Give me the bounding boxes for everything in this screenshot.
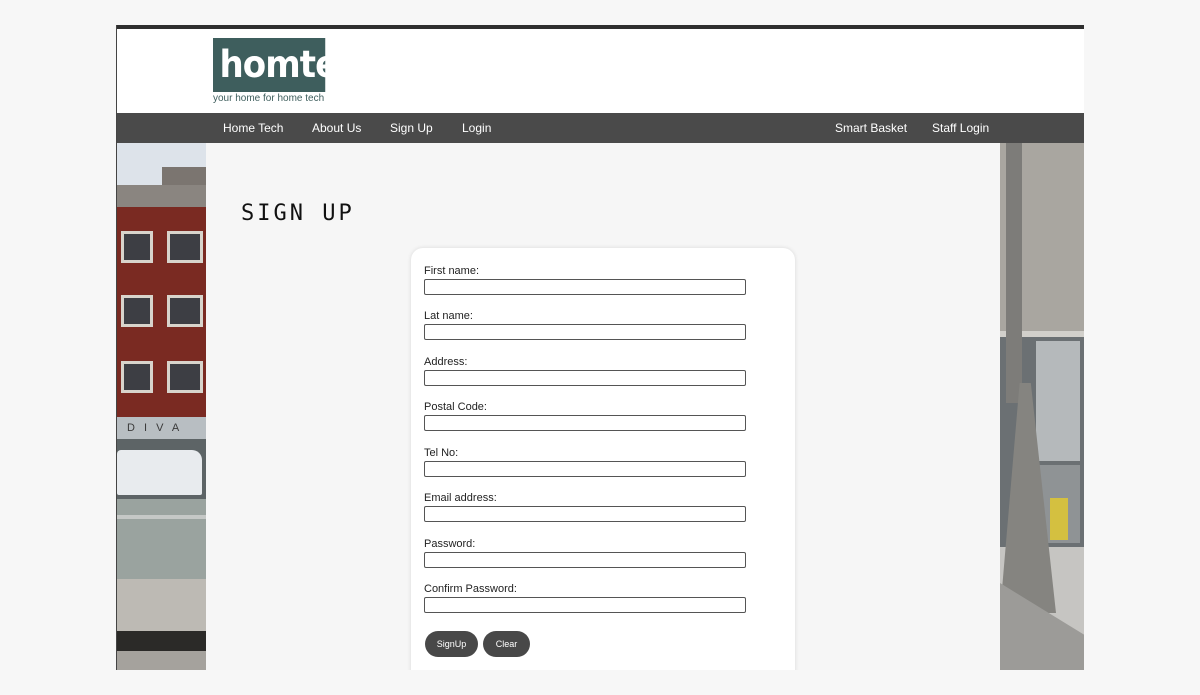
confirm-password-input[interactable] bbox=[424, 597, 746, 613]
main-content: SIGN UP First name: Lat name: Address: P… bbox=[206, 143, 1000, 670]
site-logo[interactable]: homteq` your home for home tech bbox=[213, 38, 378, 104]
nav-smart-basket[interactable]: Smart Basket bbox=[835, 113, 907, 143]
tel-no-label: Tel No: bbox=[424, 447, 459, 459]
nav-sign-up[interactable]: Sign Up bbox=[390, 113, 433, 143]
main-nav: Home Tech About Us Sign Up Login Smart B… bbox=[117, 113, 1084, 143]
background-photo-right bbox=[1000, 143, 1084, 670]
logo-wordmark: homteq` bbox=[213, 38, 378, 92]
shop-sign: D I V A bbox=[117, 417, 206, 439]
address-input[interactable] bbox=[424, 370, 746, 386]
password-input[interactable] bbox=[424, 552, 746, 568]
signup-button[interactable]: SignUp bbox=[425, 631, 478, 657]
address-label: Address: bbox=[424, 356, 468, 368]
first-name-input[interactable] bbox=[424, 279, 746, 295]
postal-code-label: Postal Code: bbox=[424, 401, 487, 413]
confirm-password-label: Confirm Password: bbox=[424, 583, 517, 595]
nav-staff-login[interactable]: Staff Login bbox=[932, 113, 989, 143]
site-header: homteq` your home for home tech bbox=[117, 29, 1084, 113]
page-title: SIGN UP bbox=[241, 201, 355, 226]
background-photo-left: D I V A bbox=[117, 143, 206, 670]
first-name-label: First name: bbox=[424, 265, 480, 277]
password-label: Password: bbox=[424, 538, 476, 550]
browser-page: homteq` your home for home tech Home Tec… bbox=[116, 25, 1084, 670]
last-name-input[interactable] bbox=[424, 324, 746, 340]
logo-tagline: your home for home tech bbox=[213, 93, 325, 104]
email-input[interactable] bbox=[424, 506, 746, 522]
nav-about-us[interactable]: About Us bbox=[312, 113, 361, 143]
clear-button[interactable]: Clear bbox=[483, 631, 530, 657]
postal-code-input[interactable] bbox=[424, 415, 746, 431]
tel-no-input[interactable] bbox=[424, 461, 746, 477]
nav-home-tech[interactable]: Home Tech bbox=[223, 113, 283, 143]
last-name-label: Lat name: bbox=[424, 310, 473, 322]
signup-form: First name: Lat name: Address: Postal Co… bbox=[411, 248, 795, 670]
nav-login[interactable]: Login bbox=[462, 113, 491, 143]
email-label: Email address: bbox=[424, 492, 497, 504]
